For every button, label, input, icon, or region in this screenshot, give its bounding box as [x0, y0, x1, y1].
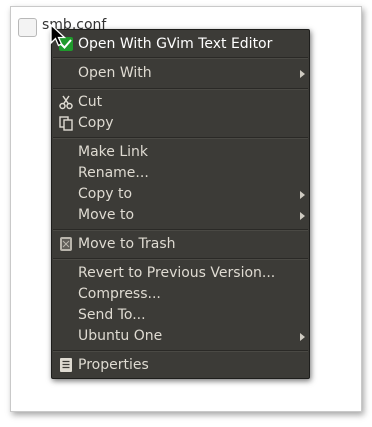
menu-item-label: Copy to: [78, 186, 133, 202]
menu-separator: [53, 229, 308, 231]
menu-item-cut[interactable]: Cut: [52, 92, 309, 113]
submenu-arrow-icon: [300, 212, 305, 220]
mouse-pointer-icon: [50, 24, 67, 47]
menu-item-rename[interactable]: Rename...: [52, 163, 309, 184]
menu-item-move-to[interactable]: Move to: [52, 205, 309, 226]
menu-item-label: Move to Trash: [78, 236, 176, 252]
menu-item-copy[interactable]: Copy: [52, 113, 309, 134]
submenu-arrow-icon: [300, 333, 305, 341]
menu-item-copy-to[interactable]: Copy to: [52, 184, 309, 205]
menu-item-make-link[interactable]: Make Link: [52, 142, 309, 163]
menu-item-label: Copy: [78, 115, 114, 131]
menu-item-label: Compress...: [78, 286, 161, 302]
file-icon: [18, 18, 37, 37]
submenu-arrow-icon: [300, 70, 305, 78]
menu-item-move-to-trash[interactable]: Move to Trash: [52, 234, 309, 255]
menu-separator: [53, 258, 308, 260]
menu-item-label: Rename...: [78, 165, 149, 181]
menu-item-properties[interactable]: Properties: [52, 355, 309, 376]
menu-item-label: Open With GVim Text Editor: [78, 36, 273, 52]
menu-item-send-to[interactable]: Send To...: [52, 305, 309, 326]
menu-item-label: Cut: [78, 94, 103, 110]
copy-icon: [58, 115, 74, 131]
menu-separator: [53, 137, 308, 139]
context-menu: Open With GVim Text Editor Open With Cut…: [51, 29, 310, 379]
menu-item-label: Properties: [78, 357, 149, 373]
menu-separator: [53, 88, 308, 90]
menu-item-open-with[interactable]: Open With: [52, 63, 309, 84]
submenu-arrow-icon: [300, 191, 305, 199]
menu-item-label: Send To...: [78, 307, 146, 323]
menu-item-open-with-gvim[interactable]: Open With GVim Text Editor: [52, 34, 309, 55]
menu-item-label: Make Link: [78, 144, 148, 160]
trash-icon: [58, 236, 74, 252]
menu-item-label: Ubuntu One: [78, 328, 163, 344]
scissors-icon: [58, 94, 74, 110]
menu-separator: [53, 350, 308, 352]
menu-item-label: Move to: [78, 207, 135, 223]
menu-item-label: Revert to Previous Version...: [78, 265, 276, 281]
menu-item-label: Open With: [78, 65, 152, 81]
menu-item-revert[interactable]: Revert to Previous Version...: [52, 263, 309, 284]
menu-item-ubuntu-one[interactable]: Ubuntu One: [52, 326, 309, 347]
menu-separator: [53, 57, 308, 59]
properties-icon: [58, 357, 74, 373]
menu-item-compress[interactable]: Compress...: [52, 284, 309, 305]
